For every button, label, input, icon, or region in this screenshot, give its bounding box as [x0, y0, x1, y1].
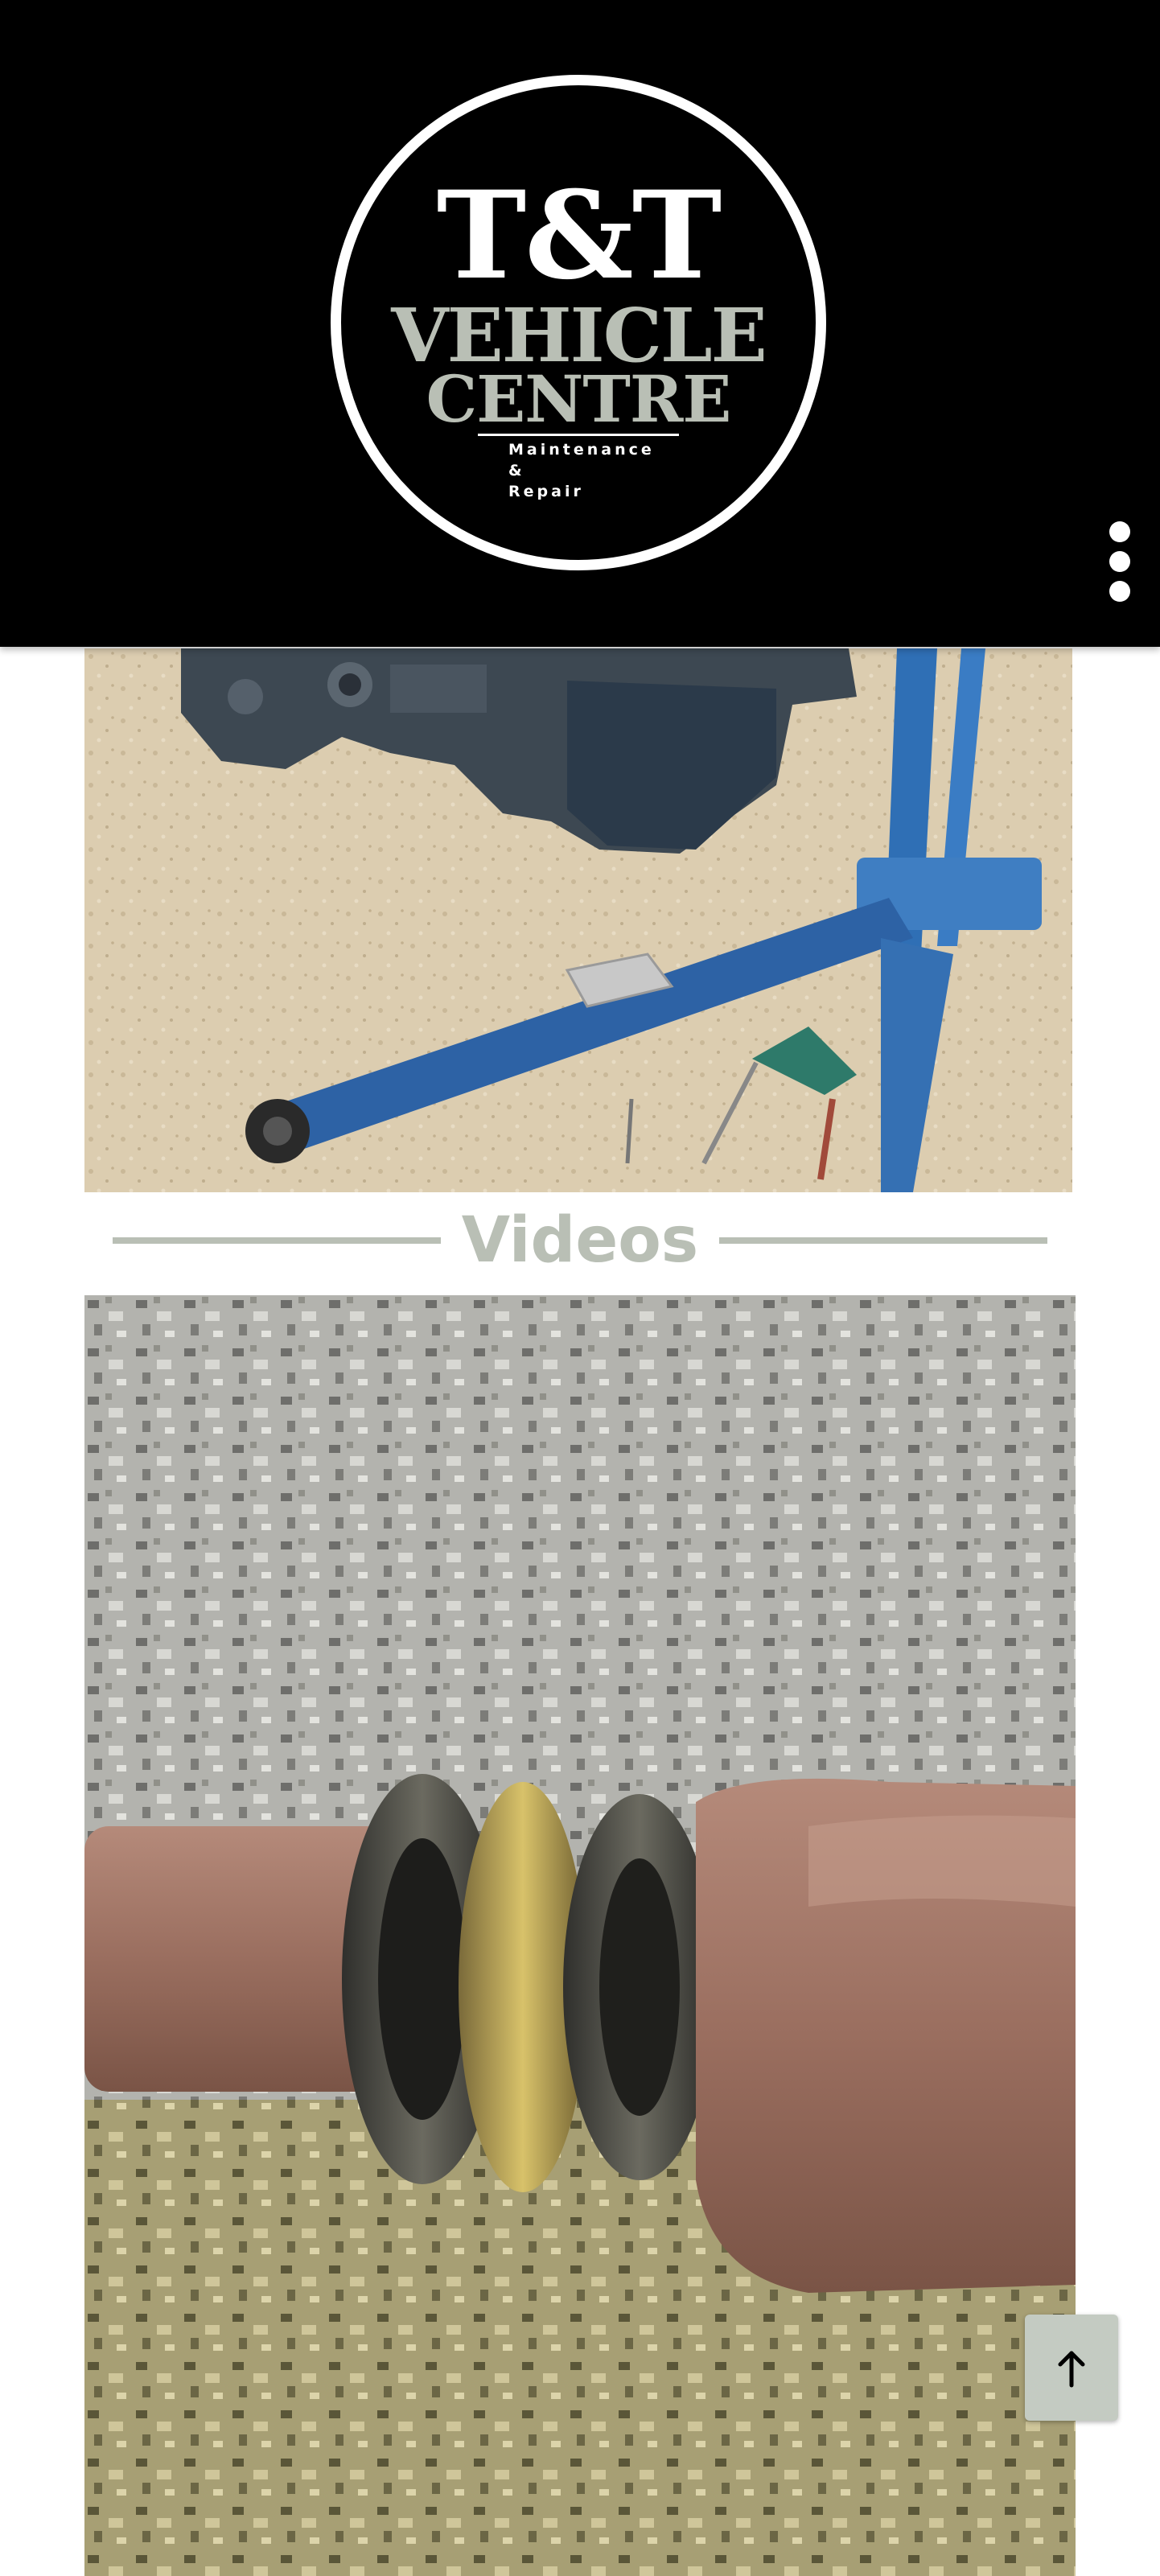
- logo-title: T&T: [436, 165, 722, 307]
- driveshaft-video-frame: [84, 1295, 1076, 2576]
- menu-dot: [1109, 581, 1130, 602]
- site-header: T&T VEHICLE CENTRE Maintenance & Repair: [0, 0, 1160, 647]
- videos-heading: Videos: [113, 1199, 1047, 1279]
- engine-hoist-illustration: [84, 648, 1072, 1192]
- menu-dot: [1109, 521, 1130, 542]
- menu-dot: [1109, 551, 1130, 572]
- arrow-up-icon: [1058, 2351, 1085, 2388]
- logo-tagline: Maintenance & Repair: [508, 441, 655, 500]
- heading-rule-right: [719, 1237, 1047, 1244]
- video-player[interactable]: [84, 1295, 1076, 2576]
- more-vertical-icon[interactable]: [1104, 521, 1136, 602]
- site-logo[interactable]: T&T VEHICLE CENTRE Maintenance & Repair: [331, 75, 826, 570]
- logo-divider: [478, 434, 679, 436]
- engine-hoist-photo: [84, 648, 1072, 1192]
- scroll-to-top-button[interactable]: [1025, 2315, 1118, 2421]
- logo-subtitle-centre: CENTRE: [426, 361, 732, 437]
